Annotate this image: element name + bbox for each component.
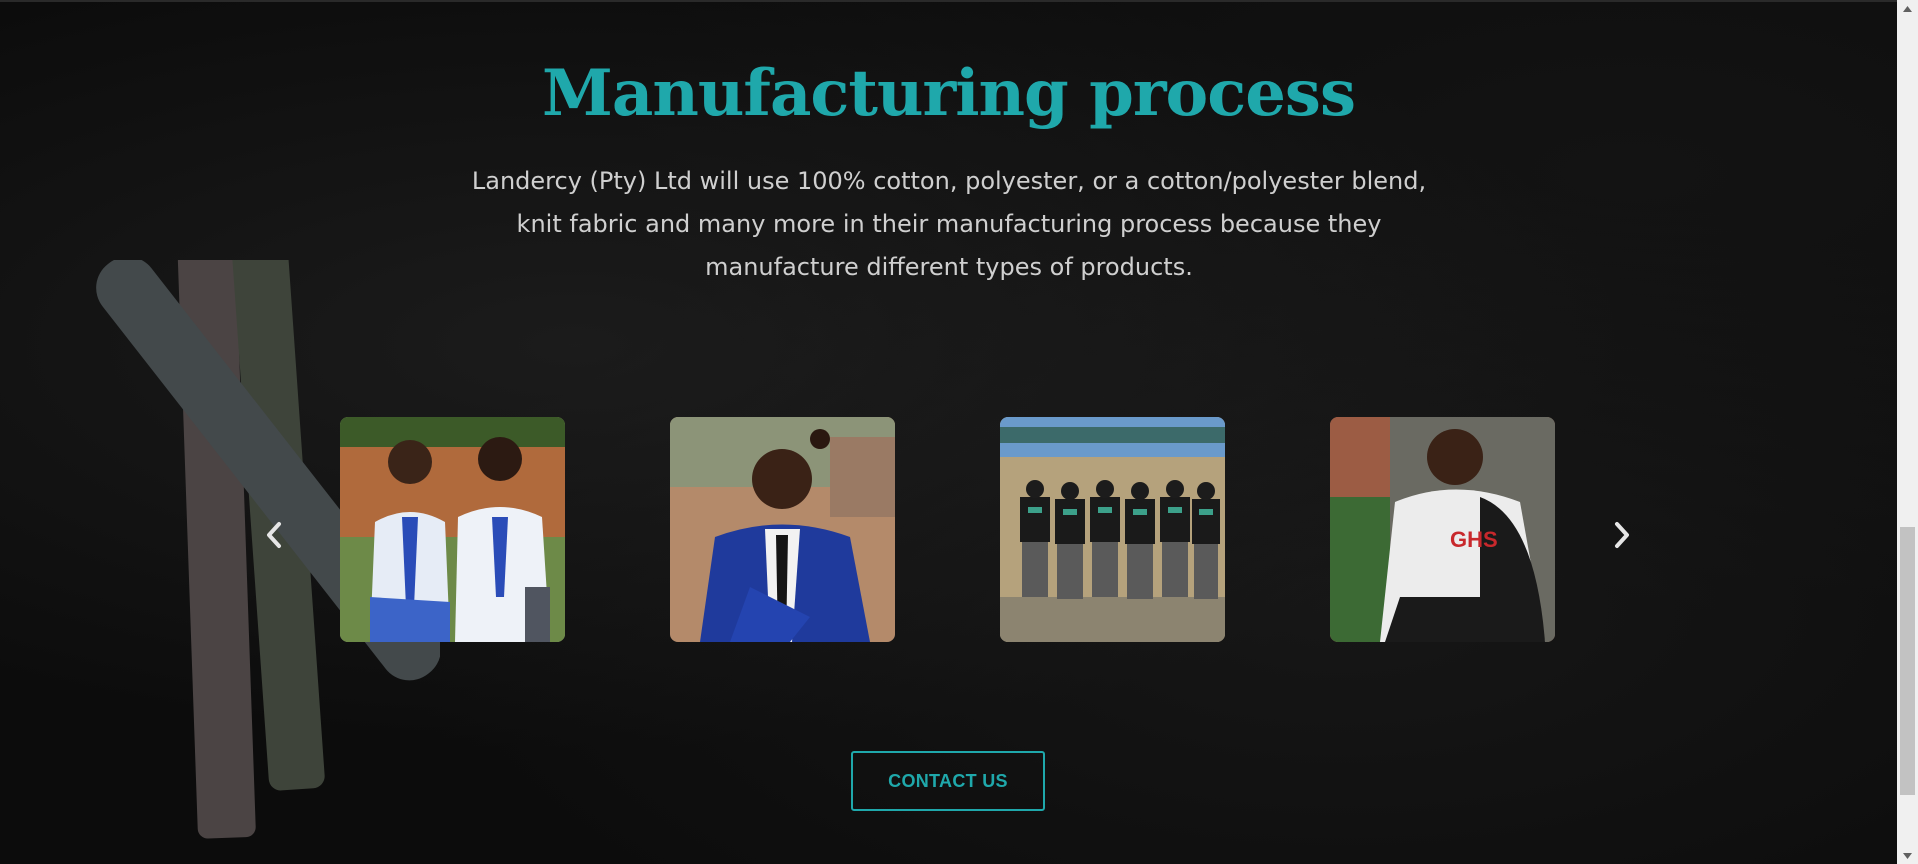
caret-up-icon xyxy=(1903,5,1912,12)
chevron-right-icon xyxy=(1615,522,1629,548)
student-jacket-photo: GHS xyxy=(1330,417,1555,642)
carousel-track: GHS xyxy=(340,417,1556,642)
carousel-slide[interactable] xyxy=(340,417,565,642)
scrollbar-thumb[interactable] xyxy=(1900,527,1915,795)
carousel-prev-button[interactable] xyxy=(254,515,294,555)
scroll-down-button[interactable] xyxy=(1897,847,1918,864)
student-blazer-photo xyxy=(670,417,895,642)
carousel-next-button[interactable] xyxy=(1602,515,1642,555)
section-title: Manufacturing process xyxy=(542,56,1356,131)
chevron-left-icon xyxy=(267,522,281,548)
scroll-up-button[interactable] xyxy=(1897,0,1918,17)
students-jackets-photo xyxy=(1000,417,1225,642)
vertical-scrollbar[interactable] xyxy=(1897,0,1918,864)
section-description: Landercy (Pty) Ltd will use 100% cotton,… xyxy=(471,167,1427,281)
top-divider xyxy=(0,0,1897,2)
students-photo xyxy=(340,417,565,642)
svg-text:GHS: GHS xyxy=(1450,527,1498,552)
carousel-slide[interactable] xyxy=(1000,417,1225,642)
carousel-slide[interactable]: GHS xyxy=(1330,417,1555,642)
page: Manufacturing process Landercy (Pty) Ltd… xyxy=(0,0,1918,864)
caret-down-icon xyxy=(1903,852,1912,859)
carousel-slide[interactable] xyxy=(670,417,895,642)
contact-us-button[interactable]: CONTACT US xyxy=(851,751,1045,811)
